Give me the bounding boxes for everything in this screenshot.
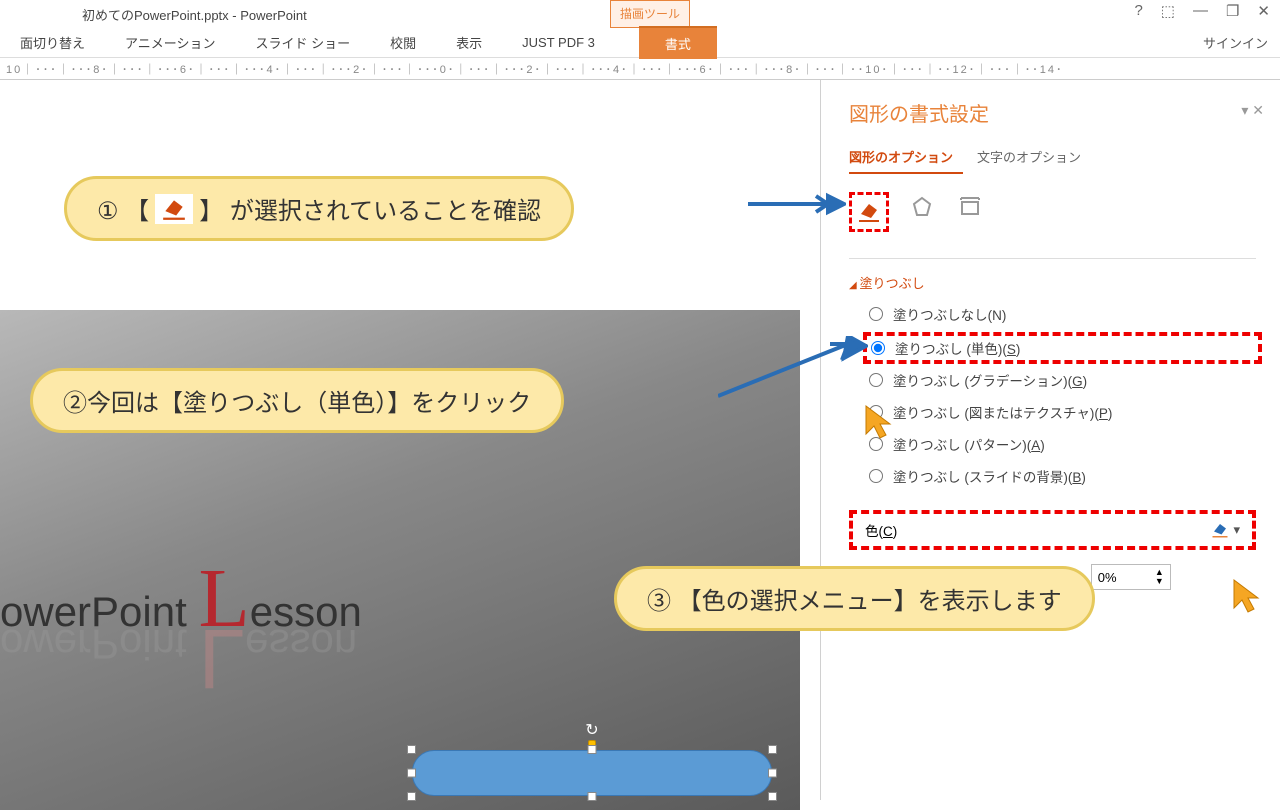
tab-animation[interactable]: アニメーション xyxy=(105,33,235,52)
radio-input[interactable] xyxy=(869,307,883,321)
resize-handle[interactable] xyxy=(407,769,416,778)
spinner-icon[interactable]: ▲▼ xyxy=(1155,568,1164,586)
color-picker-row[interactable]: 色(C) ▾ xyxy=(849,510,1256,550)
window-controls: ? ⬚ — ❐ ✕ xyxy=(1134,2,1270,20)
resize-handle[interactable] xyxy=(768,769,777,778)
chevron-down-icon: ▾ xyxy=(1233,522,1240,538)
contextual-tab-drawing[interactable]: 描画ツール xyxy=(610,0,690,28)
effects-icon[interactable] xyxy=(907,192,937,222)
tab-format[interactable]: 書式 xyxy=(639,26,717,59)
option-icon-row xyxy=(849,192,1256,232)
arrow-icon xyxy=(748,192,846,216)
signin-link[interactable]: サインイン xyxy=(1203,33,1268,52)
window-title: 初めてのPowerPoint.pptx - PowerPoint xyxy=(82,5,307,24)
format-shape-panel: ✕ 図形の書式設定 図形のオプション 文字のオプション 塗りつぶし xyxy=(820,80,1280,800)
highlight-box: 塗りつぶし (単色)(S) xyxy=(863,332,1262,364)
ruler-marks: 10｜･･･｜･･･8･｜･･･｜･･･6･｜･･･｜･･･4･｜･･･｜･･･… xyxy=(0,61,1064,77)
resize-handle[interactable] xyxy=(588,745,597,754)
fill-none[interactable]: 塗りつぶしなし(N) xyxy=(869,304,1256,324)
ribbon-toggle-icon[interactable]: ⬚ xyxy=(1161,2,1175,20)
highlight-box xyxy=(849,192,889,232)
fill-gradient-label: 塗りつぶし (グラデーション)(G) xyxy=(893,370,1087,390)
tab-text-options[interactable]: 文字のオプション xyxy=(977,147,1091,174)
help-icon[interactable]: ? xyxy=(1134,2,1142,20)
resize-handle[interactable] xyxy=(768,745,777,754)
fill-picture-label: 塗りつぶし (図またはテクスチャ)(P) xyxy=(893,402,1112,422)
restore-icon[interactable]: ❐ xyxy=(1226,2,1239,20)
ribbon-tabs: 面切り替え アニメーション スライド ショー 校閲 表示 JUST PDF 3 … xyxy=(0,28,1280,58)
title-bar: 初めてのPowerPoint.pptx - PowerPoint 描画ツール ?… xyxy=(0,0,1280,28)
section-fill[interactable]: 塗りつぶし xyxy=(849,273,1256,292)
rounded-rectangle-shape[interactable] xyxy=(412,750,772,796)
fill-options: 塗りつぶしなし(N) 塗りつぶし (単色)(S) 塗りつぶし (グラデーション)… xyxy=(849,304,1256,486)
tab-shape-options[interactable]: 図形のオプション xyxy=(849,147,963,174)
tab-review[interactable]: 校閲 xyxy=(370,33,436,52)
color-label: 色(C) xyxy=(865,520,897,540)
tab-slideshow[interactable]: スライド ショー xyxy=(236,33,371,52)
fill-slide-bg-label: 塗りつぶし (スライドの背景)(B) xyxy=(893,466,1086,486)
slide-title-reflection: owerPoint Lesson xyxy=(0,610,357,707)
close-icon[interactable]: ✕ xyxy=(1257,2,1270,20)
tab-justpdf[interactable]: JUST PDF 3 xyxy=(502,35,615,50)
fill-gradient[interactable]: 塗りつぶし (グラデーション)(G) xyxy=(869,370,1256,390)
color-dropdown-button[interactable]: ▾ xyxy=(1211,521,1240,539)
fill-solid[interactable]: 塗りつぶし (単色)(S) xyxy=(871,338,1254,358)
transparency-value[interactable]: 0% ▲▼ xyxy=(1091,564,1171,590)
tab-view[interactable]: 表示 xyxy=(436,33,502,52)
resize-handle[interactable] xyxy=(407,745,416,754)
selected-shape[interactable]: ↻ xyxy=(412,750,772,796)
callout-1: ① 【 】 が選択されていることを確認 xyxy=(64,176,574,241)
cursor-icon xyxy=(1232,578,1260,614)
arrow-icon xyxy=(718,336,868,406)
fill-pattern-label: 塗りつぶし (パターン)(A) xyxy=(893,434,1045,454)
fill-line-icon[interactable] xyxy=(854,197,884,227)
fill-picture[interactable]: 塗りつぶし (図またはテクスチャ)(P) xyxy=(869,402,1256,422)
radio-input[interactable] xyxy=(869,373,883,387)
callout-3: ③ 【色の選択メニュー】を表示します xyxy=(614,566,1095,631)
radio-input[interactable] xyxy=(869,469,883,483)
tab-transition[interactable]: 面切り替え xyxy=(0,33,105,52)
callout-2: ②今回は【塗りつぶし（単色）】をクリック xyxy=(30,368,564,433)
size-properties-icon[interactable] xyxy=(955,192,985,222)
panel-title: 図形の書式設定 xyxy=(849,98,1256,127)
fill-none-label: 塗りつぶしなし(N) xyxy=(893,304,1006,324)
minimize-icon[interactable]: — xyxy=(1193,2,1208,20)
radio-input[interactable] xyxy=(871,341,885,355)
divider xyxy=(849,258,1256,259)
fill-slide-bg[interactable]: 塗りつぶし (スライドの背景)(B) xyxy=(869,466,1256,486)
fill-pattern[interactable]: 塗りつぶし (パターン)(A) xyxy=(869,434,1256,454)
paint-bucket-icon xyxy=(1211,521,1229,539)
cursor-icon xyxy=(864,404,892,440)
fill-solid-label: 塗りつぶし (単色)(S) xyxy=(895,338,1020,358)
rotate-handle-icon[interactable]: ↻ xyxy=(585,720,598,740)
horizontal-ruler: 10｜･･･｜･･･8･｜･･･｜･･･6･｜･･･｜･･･4･｜･･･｜･･･… xyxy=(0,58,1280,80)
paint-bucket-icon xyxy=(155,194,193,224)
option-tabs: 図形のオプション 文字のオプション xyxy=(849,147,1256,174)
panel-close-icon[interactable]: ✕ xyxy=(1241,102,1264,119)
